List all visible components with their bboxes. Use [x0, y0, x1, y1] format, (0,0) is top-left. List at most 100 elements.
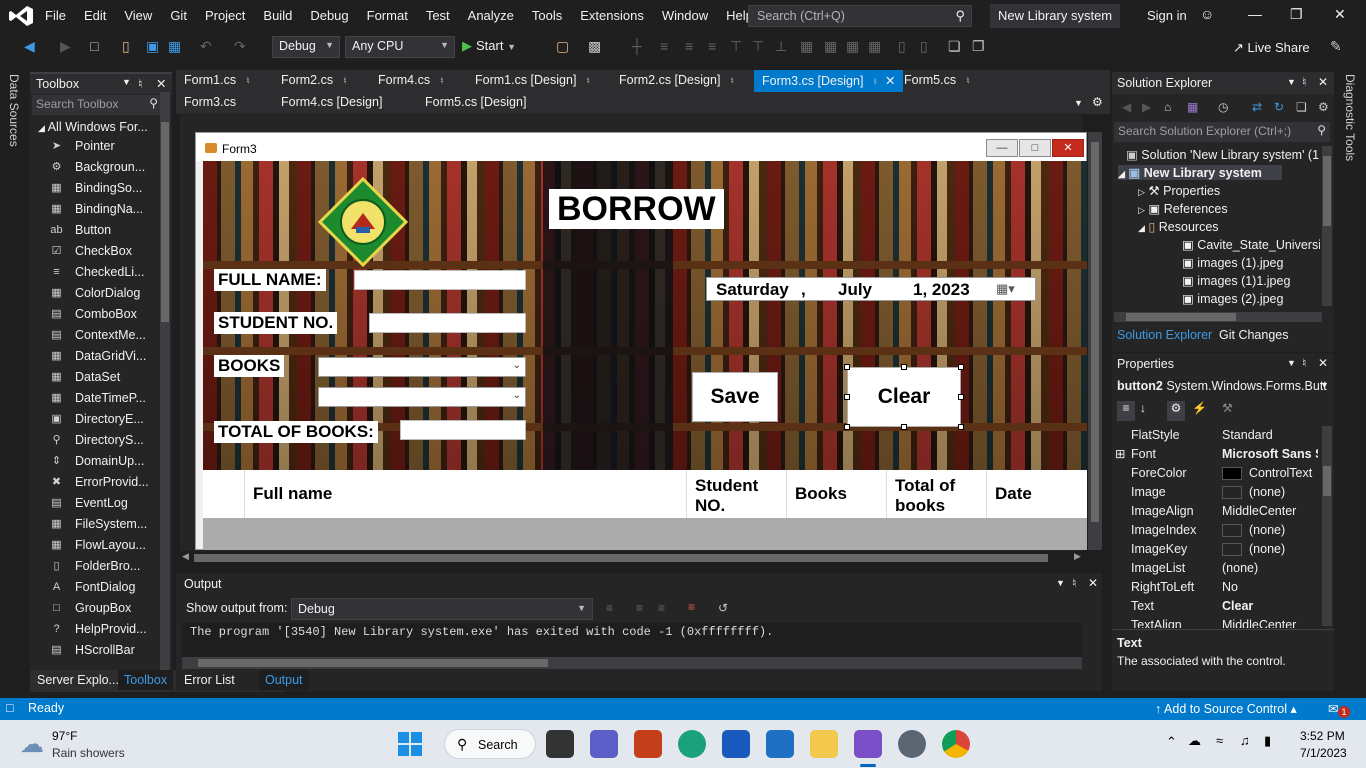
tab-git-changes[interactable]: Git Changes — [1219, 328, 1288, 342]
selection-handle[interactable] — [844, 364, 850, 370]
form-minimize-icon[interactable]: — — [986, 139, 1018, 157]
menu-debug[interactable]: Debug — [301, 0, 357, 32]
tab-toolbox[interactable]: Toolbox — [118, 670, 174, 690]
property-row[interactable]: ImageIndex (none) — [1112, 521, 1320, 540]
align-tops-icon[interactable]: ⊤ — [730, 38, 742, 55]
form3-window[interactable]: Form3 — □ ✕ BORROW FULL NAME: STUDENT NO… — [195, 132, 1087, 550]
platform-select[interactable]: Any CPU ▼ — [345, 36, 455, 58]
student-no-field[interactable] — [369, 313, 526, 333]
output-source-select[interactable]: Debug ▼ — [291, 598, 593, 620]
find-in-files-icon[interactable]: ▢ — [556, 38, 569, 55]
grid-col-total-books[interactable]: Total of books — [887, 470, 987, 518]
categorized-icon[interactable]: ≡ — [1117, 401, 1135, 421]
scrollbar-thumb[interactable] — [1323, 466, 1331, 496]
sign-in-link[interactable]: Sign in — [1147, 8, 1187, 23]
tree-node-project[interactable]: ◢ ▣ New Library system — [1118, 165, 1282, 180]
undo-icon[interactable]: ↶ — [200, 38, 212, 55]
toolbox-item[interactable]: A FontDialog — [30, 577, 154, 598]
sync-icon[interactable]: ⇄ — [1252, 100, 1262, 114]
quick-launch-search[interactable]: Search (Ctrl+Q) ⚲ — [748, 5, 972, 27]
wifi-icon[interactable]: ≈ — [1216, 733, 1223, 748]
close-icon[interactable]: ✕ — [1334, 6, 1346, 23]
expand-plus-icon[interactable]: ⊞ — [1115, 446, 1125, 461]
file-explorer-icon[interactable] — [810, 730, 838, 758]
properties-view-icon[interactable]: ⚙ — [1167, 401, 1185, 421]
align-bottoms-icon[interactable]: ⊥ — [775, 38, 787, 55]
minimize-icon[interactable]: — — [1248, 6, 1262, 22]
tree-node-solution[interactable]: ▣ Solution 'New Library system' (1 — [1126, 147, 1319, 162]
grid-col-student-no[interactable]: Student NO. — [687, 470, 787, 518]
scrollbar-thumb[interactable] — [1323, 156, 1331, 226]
previous-message-icon[interactable]: ≡ — [636, 601, 643, 615]
property-row[interactable]: RightToLeft No — [1112, 578, 1320, 597]
pin-icon[interactable]: ♮ — [246, 76, 250, 87]
chevron-down-icon[interactable]: ▼ — [1074, 98, 1083, 108]
back-icon[interactable]: ◀ — [1122, 100, 1131, 114]
output-hscrollbar[interactable] — [182, 657, 1082, 669]
align-rights-icon[interactable]: ≡ — [708, 38, 716, 54]
configuration-select[interactable]: Debug ▼ — [272, 36, 340, 58]
battery-icon[interactable]: ▮ — [1264, 733, 1271, 749]
solution-hscrollbar[interactable] — [1114, 312, 1322, 322]
toolbox-item[interactable]: ▤ EventLog — [30, 493, 154, 514]
align-grid-icon[interactable]: ┼ — [632, 38, 642, 54]
toolbox-item[interactable]: ▤ ContextMe... — [30, 325, 154, 346]
scrollbar-thumb[interactable] — [198, 659, 548, 667]
menu-format[interactable]: Format — [358, 0, 417, 32]
account-icon[interactable]: ☺ — [1200, 6, 1214, 22]
toolbox-item[interactable]: ▦ DataSet — [30, 367, 154, 388]
toolbox-item[interactable]: ▣ DirectoryE... — [30, 409, 154, 430]
tab-form5-cs[interactable]: Form5.cs ♮ — [896, 70, 978, 92]
menu-view[interactable]: View — [115, 0, 161, 32]
pin-icon[interactable]: ♮ — [730, 76, 734, 87]
selection-handle[interactable] — [844, 394, 850, 400]
scrollbar-thumb[interactable] — [194, 554, 1048, 562]
pin-icon[interactable]: ♮ — [966, 76, 970, 87]
property-row[interactable]: ImageList (none) — [1112, 559, 1320, 578]
tree-node-file[interactable]: ▣ images (1).jpeg — [1182, 255, 1283, 270]
property-row[interactable]: ForeColor ControlText — [1112, 464, 1320, 483]
toolbox-item[interactable]: ⚲ DirectoryS... — [30, 430, 154, 451]
properties-icon[interactable]: ⚙ — [1318, 100, 1329, 114]
tree-node-file[interactable]: ▣ images (2).jpeg — [1182, 291, 1283, 306]
property-row[interactable]: Text Clear — [1112, 597, 1320, 616]
full-name-field[interactable] — [354, 270, 526, 290]
solution-vscrollbar[interactable] — [1322, 146, 1332, 306]
toolbox-item[interactable]: ▦ BindingNa... — [30, 199, 154, 220]
solution-search-input[interactable]: Search Solution Explorer (Ctrl+;) ⚲ — [1114, 122, 1330, 142]
property-row[interactable]: FlatStyle Standard — [1112, 426, 1320, 445]
close-icon[interactable]: ✕ — [885, 74, 895, 88]
grid-col-date[interactable]: Date — [987, 470, 1087, 518]
property-row[interactable]: TextAlign MiddleCenter — [1112, 616, 1320, 628]
tab-form3-design[interactable]: Form3.cs [Design] ♮ ✕ — [754, 70, 904, 92]
toolbox-item[interactable]: ✖ ErrorProvid... — [30, 472, 154, 493]
settings-icon[interactable] — [898, 730, 926, 758]
volume-icon[interactable]: ♫ — [1240, 733, 1250, 748]
menu-test[interactable]: Test — [417, 0, 459, 32]
next-message-icon[interactable]: ≡ — [658, 601, 665, 615]
refresh-icon[interactable]: ↻ — [1274, 100, 1284, 114]
home-icon[interactable]: ⌂ — [1164, 100, 1171, 114]
pin-icon[interactable]: ♮ — [138, 76, 142, 91]
start-button[interactable]: ▶ Start ▼ — [462, 38, 516, 54]
alphabetical-icon[interactable]: ↓ — [1140, 401, 1146, 415]
store-icon[interactable] — [766, 730, 794, 758]
tab-form2-cs[interactable]: Form2.cs ♮ — [273, 70, 355, 92]
tab-solution-explorer[interactable]: Solution Explorer — [1117, 328, 1212, 342]
forward-icon[interactable]: ▶ — [60, 38, 71, 55]
gear-icon[interactable]: ⚙ — [1092, 95, 1103, 109]
tree-node-resources[interactable]: ◢ ▯ Resources — [1138, 219, 1219, 234]
property-pages-icon[interactable]: ⚒ — [1222, 401, 1233, 415]
borrow-datagridview[interactable]: Full name Student NO. Books Total of boo… — [203, 470, 1087, 550]
toolbox-item[interactable]: ▯ FolderBro... — [30, 556, 154, 577]
same-size-icon[interactable]: ▦ — [846, 38, 859, 55]
menu-analyze[interactable]: Analyze — [459, 0, 523, 32]
grid-col-books[interactable]: Books — [787, 470, 887, 518]
property-row[interactable]: ImageKey (none) — [1112, 540, 1320, 559]
toolbox-item[interactable]: ⇕ DomainUp... — [30, 451, 154, 472]
same-height-icon[interactable]: ▦ — [824, 38, 837, 55]
onedrive-icon[interactable]: ☁ — [1188, 733, 1201, 749]
toolbox-item[interactable]: ▦ DataGridVi... — [30, 346, 154, 367]
pin-icon[interactable]: ♮ — [440, 76, 444, 87]
clock-date[interactable]: 7/1/2023 — [1300, 746, 1347, 760]
